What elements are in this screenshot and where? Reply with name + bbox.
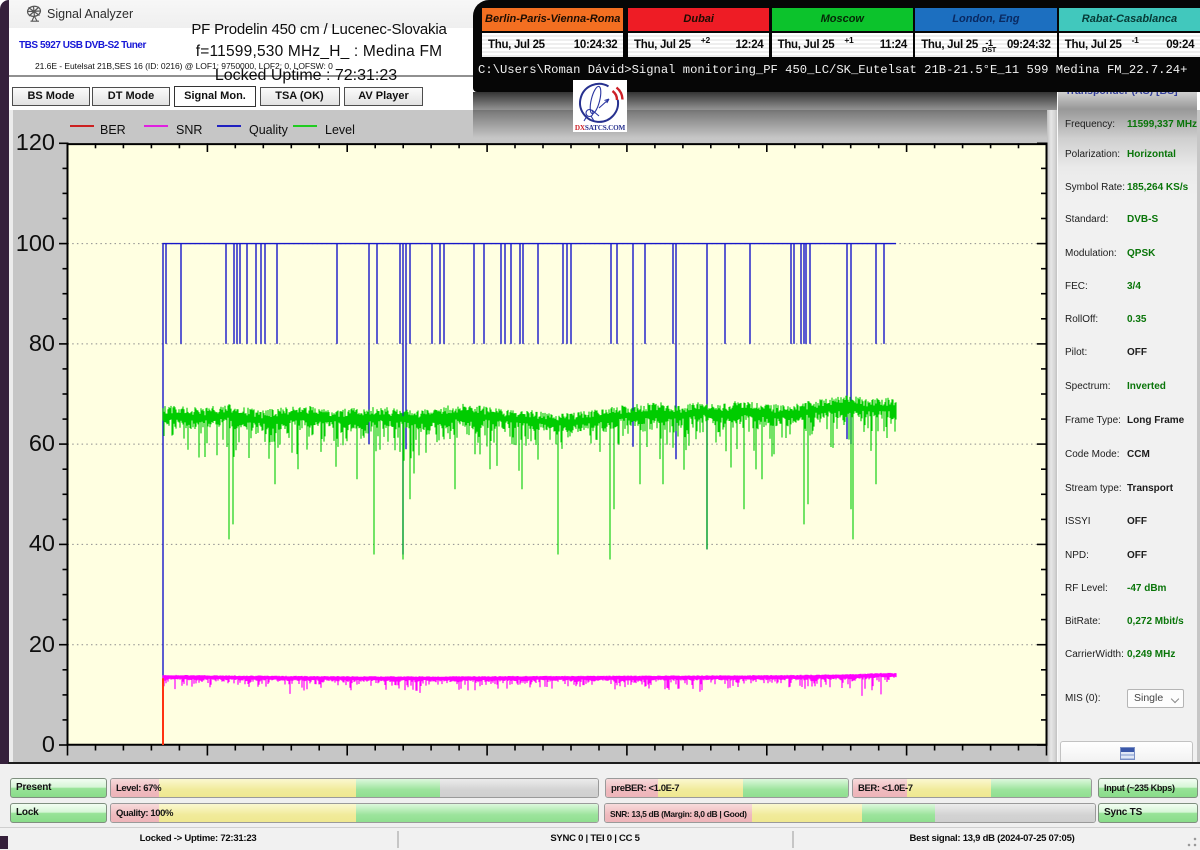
svg-text:DXSATCS.COM: DXSATCS.COM — [575, 124, 626, 132]
